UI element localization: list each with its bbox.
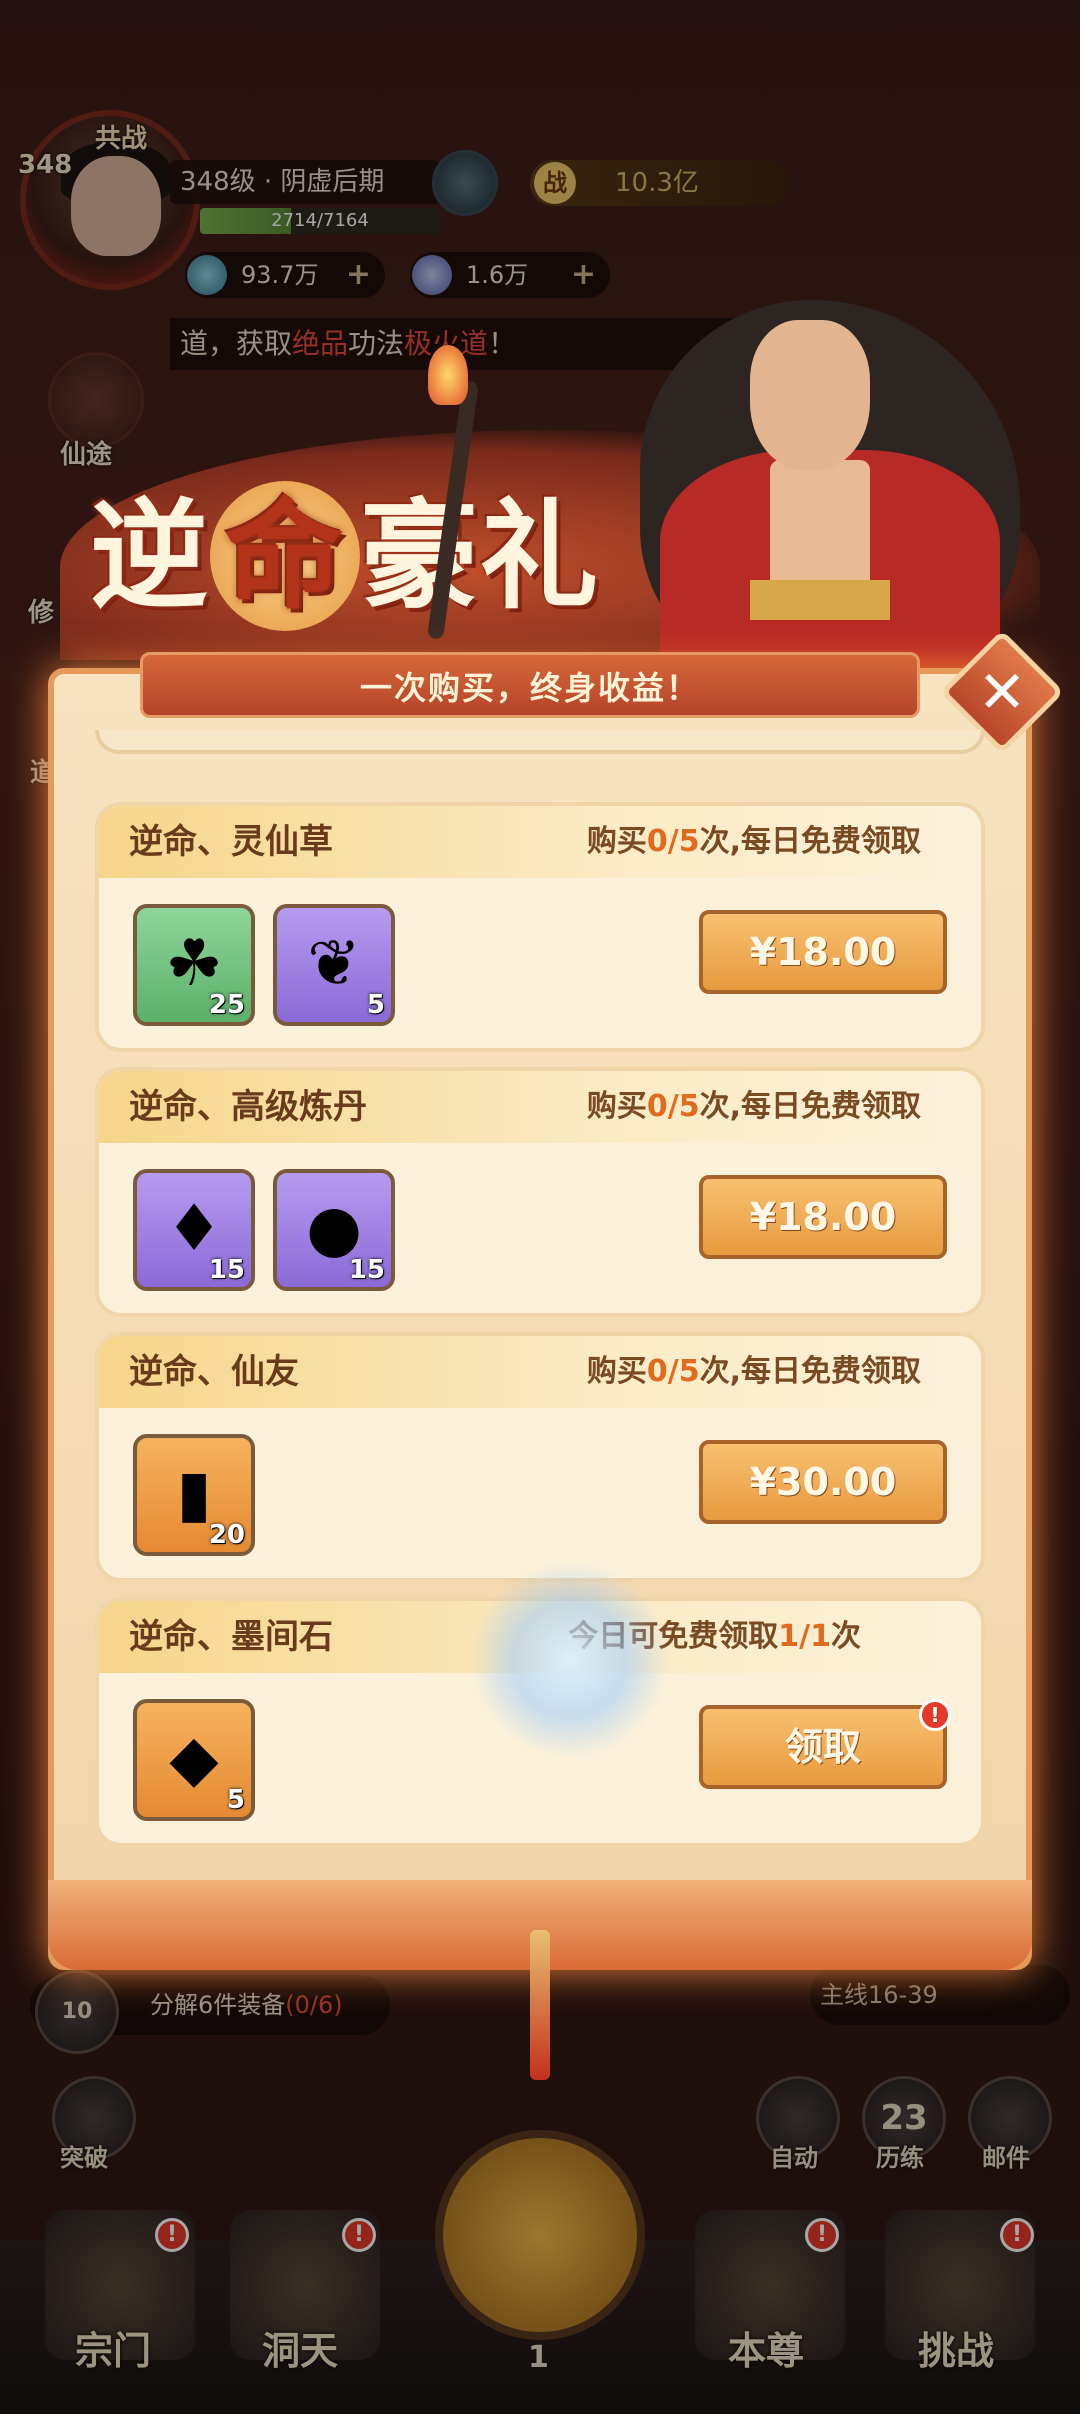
claim-button[interactable]: 领取! <box>699 1699 951 1789</box>
pack-card: 逆命、高级炼丹 购买0/5次,每日免费领取 ♦ 15 ● 15 ¥18.00 <box>95 1067 985 1317</box>
item-qty: 5 <box>366 990 385 1020</box>
pack-limit-count: 1/1 <box>778 1619 831 1654</box>
sparkle-effect <box>470 1560 670 1760</box>
alert-dot-icon: ! <box>919 1699 951 1731</box>
pearl-icon[interactable]: ● 15 <box>273 1169 395 1291</box>
pack-limit: 购买0/5次,每日免费领取 <box>587 1071 921 1143</box>
close-icon: ✕ <box>977 658 1027 726</box>
pack-limit-suffix: 次,每日免费领取 <box>699 824 921 859</box>
buy-button[interactable]: ¥30.00 <box>699 1440 947 1524</box>
pack-limit-count: 0/5 <box>646 1089 700 1124</box>
game-screen: 348 共战 348级 · 阴虚后期 2714/7164 战 10.3亿 93.… <box>0 0 1080 2414</box>
item-qty: 15 <box>348 1255 385 1285</box>
pack-name: 逆命、仙友 <box>129 1352 299 1392</box>
claim-label: 领取 <box>784 1725 861 1769</box>
buy-button[interactable]: ¥18.00 <box>699 910 947 994</box>
crystal-icon[interactable]: ◆ 5 <box>133 1699 255 1821</box>
token-icon[interactable]: ▮ 20 <box>133 1434 255 1556</box>
pack-limit-count: 0/5 <box>646 824 700 859</box>
pack-limit-prefix: 购买 <box>586 824 647 859</box>
pack-limit-count: 0/5 <box>646 1354 700 1389</box>
pack-name: 逆命、墨间石 <box>129 1617 333 1657</box>
item-qty: 25 <box>208 990 245 1020</box>
flame-icon <box>428 345 468 405</box>
pack-limit-suffix: 次 <box>831 1619 861 1654</box>
herb-icon[interactable]: ☘ 25 <box>133 904 255 1026</box>
buy-button[interactable]: ¥18.00 <box>699 1175 947 1259</box>
pack-limit: 购买0/5次,每日免费领取 <box>587 1336 921 1408</box>
pack-name: 逆命、灵仙草 <box>129 822 333 862</box>
pack-limit-suffix: 次,每日免费领取 <box>699 1354 921 1389</box>
pack-card: 逆命、仙友 购买0/5次,每日免费领取 ▮ 20 ¥30.00 <box>95 1332 985 1582</box>
panel-banner: 一次购买，终身收益！ <box>140 652 920 718</box>
title-part1: 逆 <box>90 486 211 625</box>
pack-name: 逆命、高级炼丹 <box>129 1087 367 1127</box>
title-part2: 命 <box>210 481 361 631</box>
pack-limit-prefix: 购买 <box>586 1354 647 1389</box>
previous-pack-edge <box>95 730 985 754</box>
pack-limit-suffix: 次,每日免费领取 <box>699 1089 921 1124</box>
pack-card: 逆命、灵仙草 购买0/5次,每日免费领取 ☘ 25 ❦ 5 ¥18.00 <box>95 802 985 1052</box>
tassel-ornament <box>530 1930 550 2080</box>
item-qty: 15 <box>208 1255 245 1285</box>
item-qty: 5 <box>226 1785 245 1815</box>
item-qty: 20 <box>208 1520 245 1550</box>
pack-limit-prefix: 购买 <box>586 1089 647 1124</box>
promo-title: 逆命豪礼 <box>90 460 600 631</box>
hero-character-art <box>600 280 1040 680</box>
title-part3: 豪礼 <box>360 486 601 625</box>
hero-belt <box>750 580 890 620</box>
pack-limit: 购买0/5次,每日免费领取 <box>587 806 921 878</box>
hero-face <box>750 320 870 470</box>
feather-icon[interactable]: ❦ 5 <box>273 904 395 1026</box>
flame-crystal-icon[interactable]: ♦ 15 <box>133 1169 255 1291</box>
